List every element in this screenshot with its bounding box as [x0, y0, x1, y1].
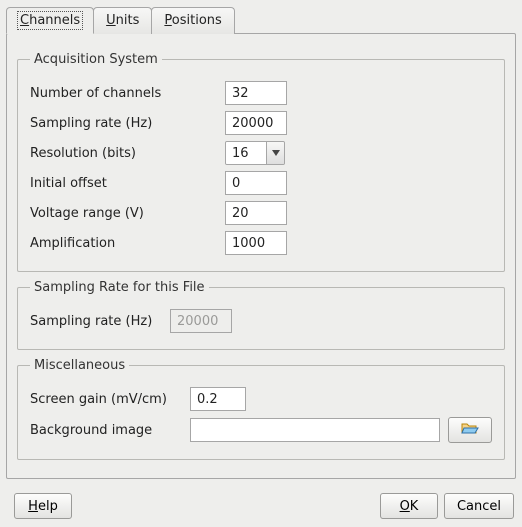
- select-resolution[interactable]: 16: [225, 141, 285, 165]
- input-initial-offset[interactable]: [225, 171, 287, 195]
- label-sampling-rate: Sampling rate (Hz): [30, 116, 225, 131]
- ok-button[interactable]: OK: [380, 493, 438, 519]
- group-sampling-rate-file: Sampling Rate for this File Sampling rat…: [17, 280, 505, 350]
- group-miscellaneous: Miscellaneous Screen gain (mV/cm) Backgr…: [17, 358, 505, 460]
- input-voltage-range[interactable]: [225, 201, 287, 225]
- ok-button-label: K: [410, 499, 419, 514]
- input-background-image[interactable]: [190, 418, 440, 442]
- label-file-sampling-rate: Sampling rate (Hz): [30, 314, 170, 329]
- browse-background-image-button[interactable]: [448, 417, 492, 443]
- help-button-label: elp: [38, 499, 58, 514]
- label-initial-offset: Initial offset: [30, 176, 225, 191]
- input-screen-gain[interactable]: [190, 387, 246, 411]
- tab-positions-label: ositions: [172, 13, 222, 28]
- label-voltage-range: Voltage range (V): [30, 206, 225, 221]
- tab-channels-label: hannels: [29, 13, 80, 28]
- label-resolution: Resolution (bits): [30, 146, 225, 161]
- group-acquisition-system: Acquisition System Number of channels Sa…: [17, 52, 505, 272]
- dialog-footer: Help OK Cancel: [0, 485, 522, 527]
- input-file-sampling-rate: [170, 309, 232, 333]
- label-number-of-channels: Number of channels: [30, 86, 225, 101]
- tab-positions[interactable]: Positions: [151, 7, 234, 34]
- tab-channels-accel: C: [20, 13, 29, 28]
- select-resolution-value: 16: [226, 142, 266, 164]
- ok-button-accel: O: [400, 499, 410, 514]
- input-number-of-channels[interactable]: [225, 81, 287, 105]
- label-background-image: Background image: [30, 423, 190, 438]
- tab-units-label: nits: [116, 13, 140, 28]
- help-button[interactable]: Help: [14, 493, 72, 519]
- folder-open-icon: [461, 421, 479, 439]
- input-sampling-rate[interactable]: [225, 111, 287, 135]
- group-acquisition-system-legend: Acquisition System: [30, 52, 162, 67]
- group-miscellaneous-legend: Miscellaneous: [30, 358, 129, 373]
- chevron-down-icon: [266, 142, 284, 164]
- group-sampling-rate-file-legend: Sampling Rate for this File: [30, 280, 209, 295]
- cancel-button[interactable]: Cancel: [444, 493, 514, 519]
- input-amplification[interactable]: [225, 231, 287, 255]
- tab-panel: Acquisition System Number of channels Sa…: [6, 33, 516, 479]
- tab-units-accel: U: [106, 13, 116, 28]
- tab-units[interactable]: Units: [93, 7, 152, 34]
- tab-channels[interactable]: Channels: [6, 7, 94, 34]
- label-amplification: Amplification: [30, 236, 225, 251]
- label-screen-gain: Screen gain (mV/cm): [30, 392, 190, 407]
- help-button-accel: H: [28, 499, 38, 514]
- tab-bar: Channels Units Positions: [6, 6, 516, 33]
- cancel-button-label: Cancel: [457, 499, 501, 514]
- tab-positions-accel: P: [164, 13, 171, 28]
